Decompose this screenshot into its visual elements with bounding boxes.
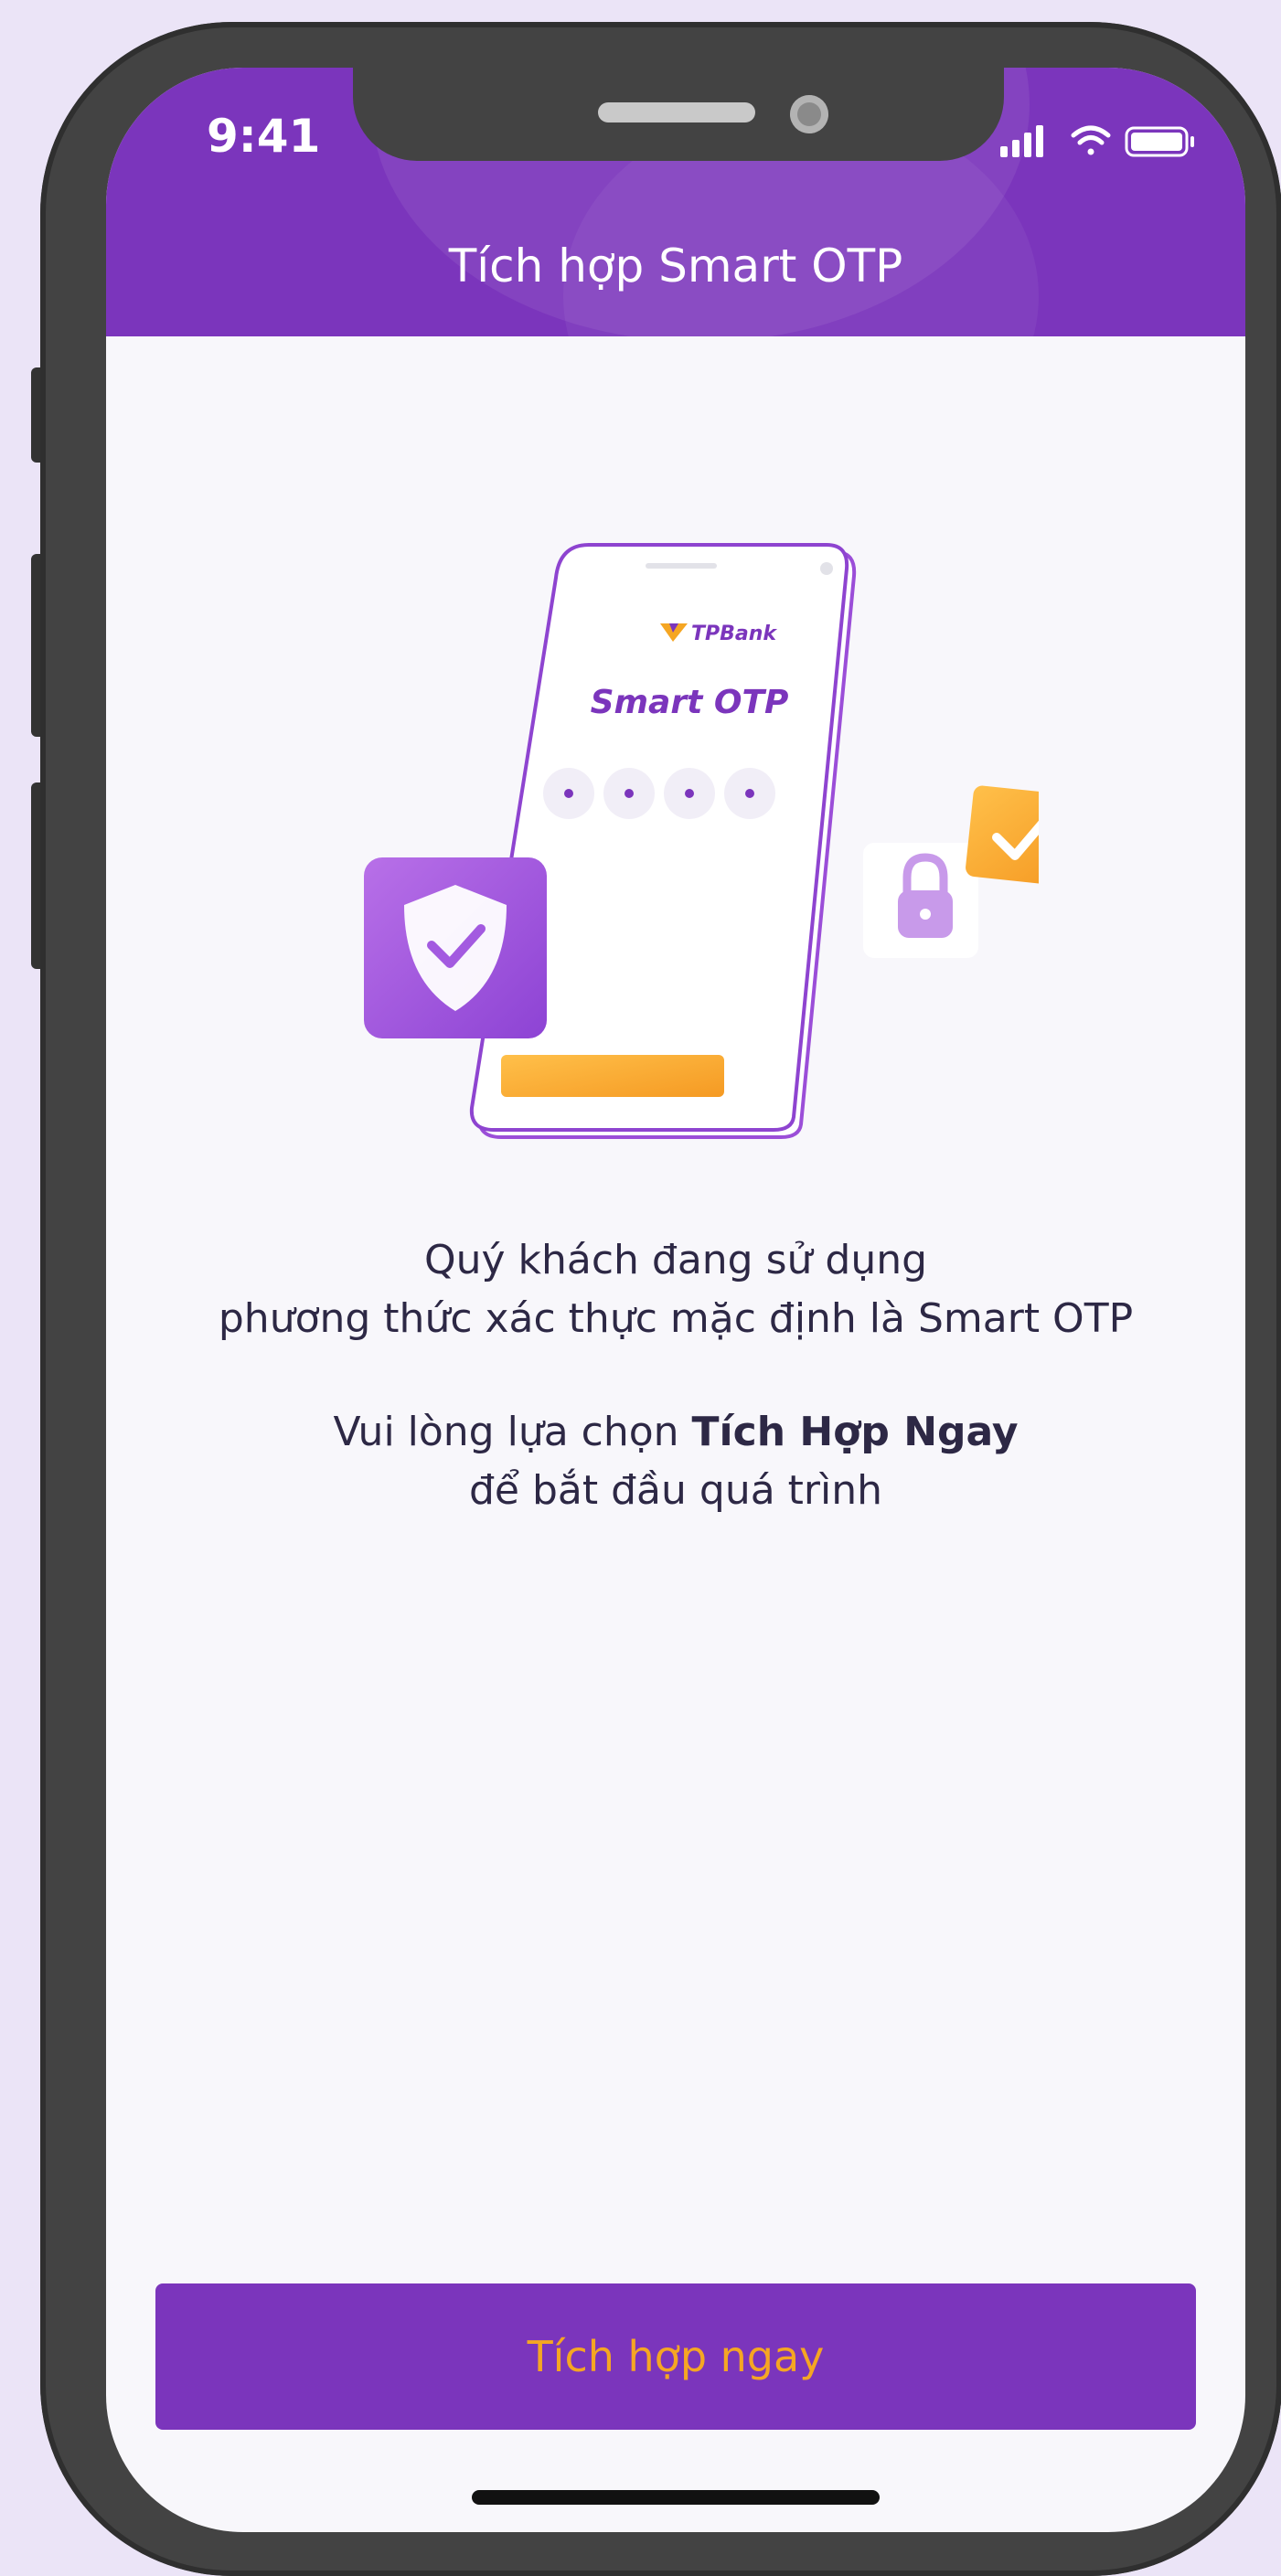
- checkmark-icon: [966, 785, 1039, 886]
- instruction-line-2: để bắt đầu quá trình: [469, 1467, 882, 1514]
- wifi-icon: [1071, 125, 1111, 155]
- instruction-prefix: Vui lòng lựa chọn: [333, 1409, 692, 1455]
- shield-check-icon: [364, 857, 547, 1038]
- padlock-icon: [863, 843, 978, 958]
- instruction-line: Vui lòng lựa chọn Tích Hợp Ngay: [106, 1402, 1245, 1463]
- status-icons: [1000, 125, 1194, 157]
- integrate-now-button[interactable]: Tích hợp ngay: [155, 2283, 1196, 2430]
- instruction-action-name: Tích Hợp Ngay: [691, 1409, 1019, 1455]
- status-time: 9:41: [207, 110, 321, 163]
- svg-text:TPBank: TPBank: [691, 623, 777, 645]
- front-camera: [790, 95, 828, 133]
- illustration-button: [501, 1055, 724, 1097]
- home-indicator[interactable]: [472, 2490, 880, 2505]
- smart-otp-label: Smart OTP: [591, 684, 789, 721]
- notch: [353, 68, 1004, 161]
- smart-otp-illustration: TPBank Smart OTP: [364, 543, 1039, 1139]
- cellular-signal-icon: [1000, 125, 1043, 157]
- phone-illustration: [469, 543, 857, 1139]
- earpiece-speaker: [598, 102, 755, 122]
- info-line-1: Quý khách đang sử dụng: [423, 1237, 928, 1283]
- app-screen: 9:41 Tích hợp Smart OTP TPBank Smart OTP…: [106, 68, 1245, 2532]
- battery-icon: [1125, 126, 1194, 157]
- page-title: Tích hợp Smart OTP: [448, 240, 903, 293]
- info-line-2: phương thức xác thực mặc định là Smart O…: [218, 1295, 1134, 1342]
